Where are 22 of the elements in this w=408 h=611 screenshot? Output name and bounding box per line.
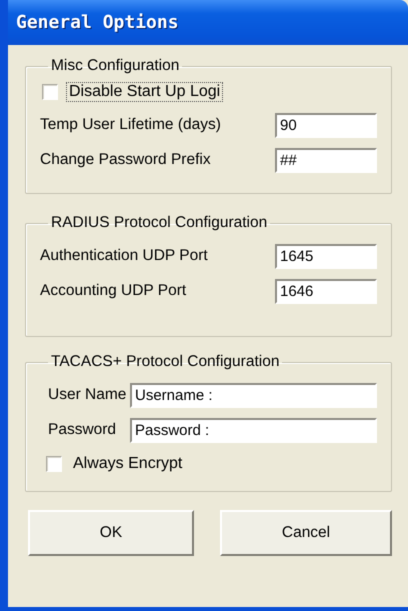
field-label: Change Password Prefix bbox=[40, 151, 212, 169]
ok-button[interactable]: OK bbox=[28, 510, 194, 556]
checkbox-label[interactable]: Disable Start Up Logi bbox=[66, 82, 224, 102]
checkbox-label[interactable]: Always Encrypt bbox=[70, 454, 186, 474]
group-title: TACACS+ Protocol Configuration bbox=[50, 353, 280, 371]
field-label: Password bbox=[48, 421, 118, 439]
input-field[interactable]: 1646 bbox=[275, 278, 377, 304]
field-label: Accounting UDP Port bbox=[40, 282, 188, 300]
field-label: User Name bbox=[48, 386, 128, 404]
window-title: General Options bbox=[16, 12, 179, 33]
cancel-button[interactable]: Cancel bbox=[220, 510, 392, 556]
input-field[interactable]: ## bbox=[275, 148, 377, 172]
input-field[interactable]: 90 bbox=[275, 112, 377, 138]
input-field[interactable]: Password : bbox=[130, 418, 377, 442]
input-field[interactable]: Username : bbox=[130, 382, 377, 408]
group-title: RADIUS Protocol Configuration bbox=[50, 214, 268, 232]
group-title: Misc Configuration bbox=[50, 57, 180, 75]
checkbox[interactable] bbox=[42, 84, 58, 100]
checkbox[interactable] bbox=[46, 456, 62, 472]
input-field[interactable]: 1645 bbox=[275, 244, 377, 268]
field-label: Temp User Lifetime (days) bbox=[40, 116, 222, 134]
field-label: Authentication UDP Port bbox=[40, 247, 209, 265]
